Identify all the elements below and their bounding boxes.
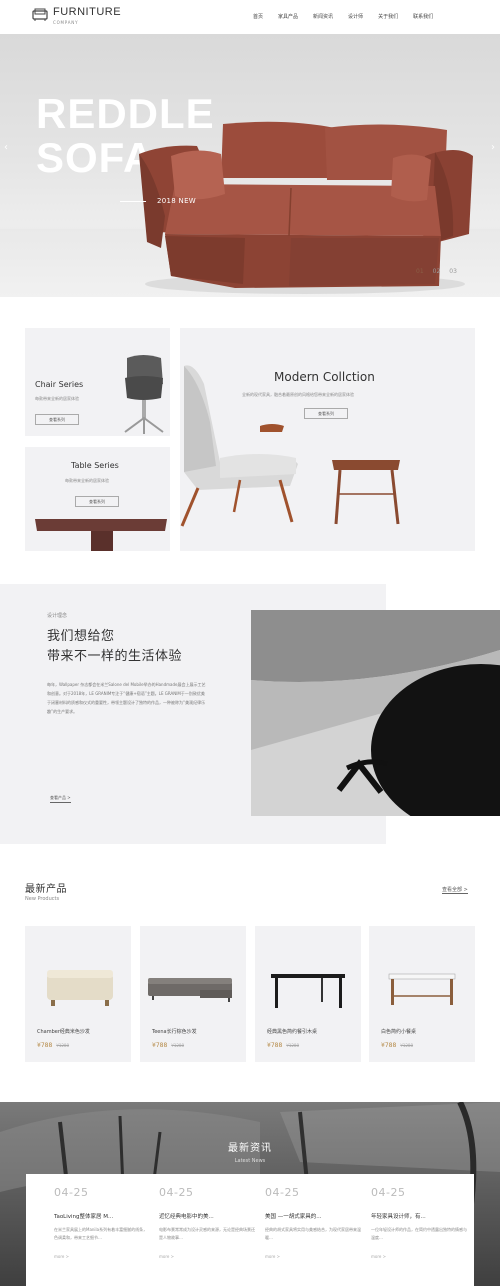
products-see-all-link[interactable]: 查看全部 > [442,886,468,894]
news-more-link[interactable]: more > [54,1254,150,1259]
news-item[interactable]: 04-25 TaoLiving整体家居 M... 在米兰家具展上的Manila系… [54,1186,150,1259]
white-small-table-image [388,973,456,1005]
news-date: 04-25 [371,1186,406,1199]
office-chair-image [124,355,164,434]
news-excerpt: 一位年轻设计师的作品，在简约中透露出独特的情感与温度… [371,1227,467,1240]
news-item[interactable]: 04-25 年轻家具设计师，有... 一位年轻设计师的作品，在简约中透露出独特的… [371,1186,467,1259]
news-title: 最新资讯 [228,1143,272,1154]
product-price-old: ¥1288 [56,1043,70,1048]
slide-indicators: 01 02 03 [416,268,466,275]
news-excerpt: 经典的胡式家具将实用与美感结合，为现代家居带来温暖… [265,1227,361,1240]
news-item[interactable]: 04-25 美国 —一胡式家具的... 经典的胡式家具将实用与美感结合，为现代家… [265,1186,361,1259]
chair-series-desc: 每款带来全新的居家体验 [35,396,79,401]
product-price: ¥788 ¥1288 [152,1042,184,1049]
slide-indicator-1[interactable]: 01 [416,268,424,275]
black-dining-table-image [271,974,345,1008]
nav-item-designers[interactable]: 设计师 [348,13,363,20]
hero-divider [120,201,146,202]
product-price-old: ¥1288 [400,1043,414,1048]
modern-collection-card: Modern Collction 全新的现代家具，融合着最原创的风格给您带来全新… [180,328,475,551]
table-series-card: Table Series 每款带来全新的居家体验 查看系列 [25,447,170,551]
table-series-button[interactable]: 查看系列 [75,496,119,507]
chair-series-button[interactable]: 查看系列 [35,414,79,425]
slide-indicator-2[interactable]: 02 [433,268,441,275]
product-card[interactable]: Chamber经典米色沙发 ¥788 ¥1288 [25,926,131,1062]
product-name: 白色简约小餐桌 [381,1029,417,1035]
brand-tagline: COMPANY [53,20,79,25]
nav-item-news[interactable]: 新闻资讯 [313,13,333,20]
news-date: 04-25 [159,1186,194,1199]
table-series-title: Table Series [71,461,119,470]
armchair-stool-image [180,365,400,527]
nav-item-products[interactable]: 家具产品 [278,13,298,20]
product-price-current: ¥788 [152,1042,168,1049]
chevron-right-icon[interactable]: › [491,142,495,153]
product-price: ¥788 ¥1288 [381,1042,413,1049]
table-series-desc: 每款带来全新的居家体验 [65,478,109,483]
news-headline: 年轻家具设计师，有... [371,1214,426,1220]
grey-sectional-sofa-image [148,978,232,1002]
sofa-logo-icon [32,8,48,21]
brand-logo[interactable]: FURNITURE COMPANY [32,7,121,25]
about-heading-line2: 带来不一样的生活体验 [47,649,183,664]
hero-year: 2018 NEW [157,197,197,205]
about-more-link[interactable]: 查看产品 > [50,795,71,803]
hero-banner: REDDLE SOFA 2018 NEW ‹ › 01 02 03 [0,34,500,297]
main-nav: 首页 家具产品 新闻资讯 设计师 关于我们 联系我们 [253,13,448,20]
news-more-link[interactable]: more > [159,1254,255,1259]
news-date: 04-25 [265,1186,300,1199]
product-price-old: ¥1288 [171,1043,185,1048]
news-more-link[interactable]: more > [265,1254,361,1259]
chair-series-card: Chair Series 每款带来全新的居家体验 查看系列 [25,328,170,436]
product-card[interactable]: 白色简约小餐桌 ¥788 ¥1288 [369,926,475,1062]
product-price: ¥788 ¥1288 [37,1042,69,1049]
chevron-left-icon[interactable]: ‹ [4,142,8,153]
news-more-link[interactable]: more > [371,1254,467,1259]
nav-item-home[interactable]: 首页 [253,13,263,20]
wood-table-image [35,519,167,551]
slide-indicator-3[interactable]: 03 [449,268,457,275]
about-body: 每年，Wallpaper 杂志都会在米兰Salone del Mobile举办的… [47,682,206,714]
products-title: 最新产品 [25,884,67,895]
product-name: 经典黑色简约餐引木桌 [267,1029,318,1035]
news-item[interactable]: 04-25 近忆经典电影中的美... 电影布景常常成为设计灵感的来源，无论是经典… [159,1186,255,1259]
chair-series-title: Chair Series [35,380,84,389]
brand-name: FURNITURE [53,6,122,18]
nav-item-about[interactable]: 关于我们 [378,13,398,20]
products-subtitle: New Products [25,896,60,902]
news-excerpt: 电影布景常常成为设计灵感的来源，无论是经典场景还是人物故事… [159,1227,255,1240]
news-headline: 近忆经典电影中的美... [159,1214,214,1220]
beige-sofa-image [47,970,113,1006]
product-price-old: ¥1288 [286,1043,300,1048]
news-date: 04-25 [54,1186,89,1199]
product-card[interactable]: 经典黑色简约餐引木桌 ¥788 ¥1288 [255,926,361,1062]
site-header: FURNITURE COMPANY 首页 家具产品 新闻资讯 设计师 关于我们 … [0,0,500,34]
about-label: 设计理念 [47,613,68,619]
about-heading-line1: 我们想给您 [47,629,115,644]
news-subtitle: Latest News [234,1158,266,1164]
about-heading: 我们想给您 带来不一样的生活体验 [47,627,182,667]
product-card[interactable]: Teena长行棕色沙发 ¥788 ¥1288 [140,926,246,1062]
product-name: Teena长行棕色沙发 [152,1029,197,1035]
news-headline: 美国 —一胡式家具的... [265,1214,322,1220]
product-price-current: ¥788 [37,1042,53,1049]
about-photo [251,610,500,816]
product-price-current: ¥788 [267,1042,283,1049]
news-headline: TaoLiving整体家居 M... [54,1214,114,1220]
product-price: ¥788 ¥1288 [267,1042,299,1049]
news-excerpt: 在米兰家具展上的Manila系列有着丰富细腻的线条，色调柔和，带来工艺细节… [54,1227,148,1240]
product-name: Chamber经典米色沙发 [37,1029,90,1035]
product-price-current: ¥788 [381,1042,397,1049]
nav-item-contact[interactable]: 联系我们 [413,13,433,20]
